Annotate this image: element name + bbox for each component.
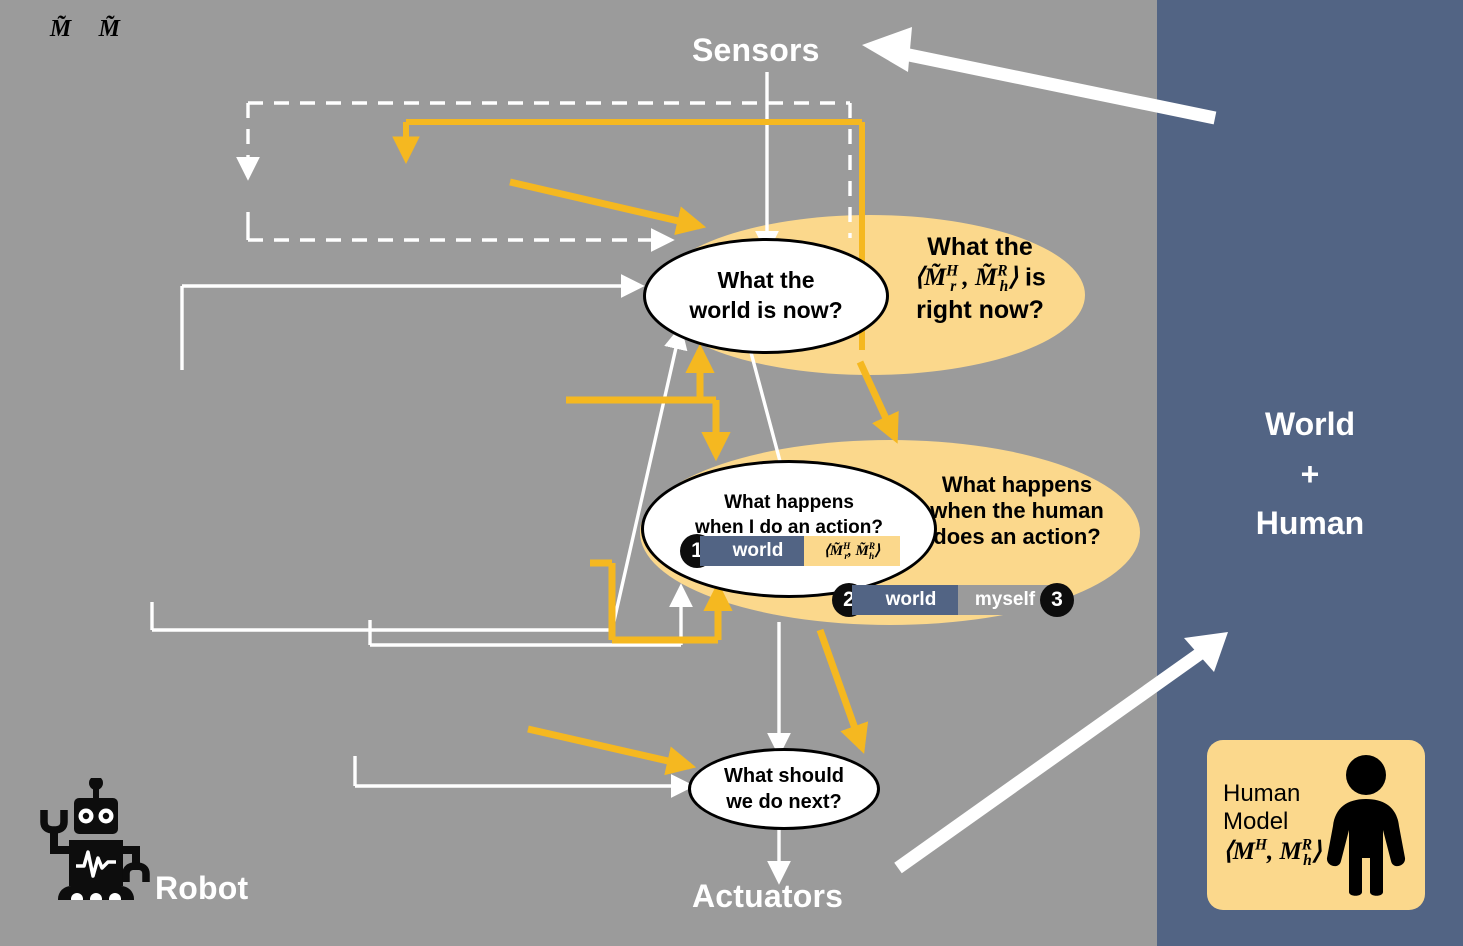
world-now-line2: world is now? [689, 297, 843, 323]
world-now-yellow-line1: What the [927, 233, 1033, 261]
action-outcome-yellow-line2: when the human [930, 497, 1104, 523]
world-now-line1: What the [717, 267, 815, 294]
chip-world-2[interactable]: world [852, 585, 958, 615]
chip-row-2: 2 world myself 3 [832, 583, 1074, 617]
action-outcome-yellow-line1: What happens [941, 472, 1093, 497]
action-outcome-yellow-label: What happens when the human does an acti… [908, 472, 1126, 550]
action-outcome-node[interactable]: What happens when I do an action? [641, 460, 937, 598]
world-title-line3: Human [1255, 505, 1365, 542]
robot-icon [36, 776, 156, 912]
human-model-card[interactable]: Human Model ⟨MH, MRh⟩ [1207, 740, 1425, 910]
world-is-now-node[interactable]: What the world is now? [643, 238, 889, 354]
human-model-line2: Model [1223, 808, 1289, 836]
decide-line1: What should [724, 765, 844, 787]
chip-model-1[interactable]: ⟨M̃Hr, M̃Rh⟩ [804, 536, 900, 566]
human-model-math: ⟨MH, MRh⟩ [1223, 836, 1322, 869]
diagram-canvas: Sensors Actuators Robot M̃ M̃ What the ⟨… [0, 0, 1463, 946]
world-now-yellow-line3: right now? [916, 296, 1044, 325]
what-should-we-do-next-node[interactable]: What should we do next? [688, 748, 880, 830]
action-outcome-line1: What happens [724, 492, 854, 514]
person-icon [1319, 754, 1413, 901]
world-human-title: World + Human [1157, 400, 1463, 549]
action-outcome-yellow-line3: does an action? [933, 523, 1101, 549]
world-now-yellow-line2: ⟨M̃Hr , M̃Rh⟩ is [914, 262, 1046, 295]
robot-label: Robot [155, 870, 249, 906]
sensors-label: Sensors [692, 32, 820, 68]
human-model-text: Human Model ⟨MH, MRh⟩ [1207, 780, 1322, 870]
world-now-yellow-label: What the ⟨M̃Hr , M̃Rh⟩ is right now? [880, 233, 1080, 326]
chip-world-1[interactable]: world [700, 536, 804, 566]
chip-row-1: 1 world ⟨M̃Hr, M̃Rh⟩ [680, 534, 900, 568]
decide-line2: we do next? [726, 791, 842, 813]
chip-number-3: 3 [1040, 583, 1074, 617]
human-model-line1: Human [1223, 779, 1301, 807]
world-title-line2: + [1300, 455, 1320, 492]
world-title-line1: World [1264, 406, 1356, 442]
actuators-label: Actuators [692, 878, 844, 914]
